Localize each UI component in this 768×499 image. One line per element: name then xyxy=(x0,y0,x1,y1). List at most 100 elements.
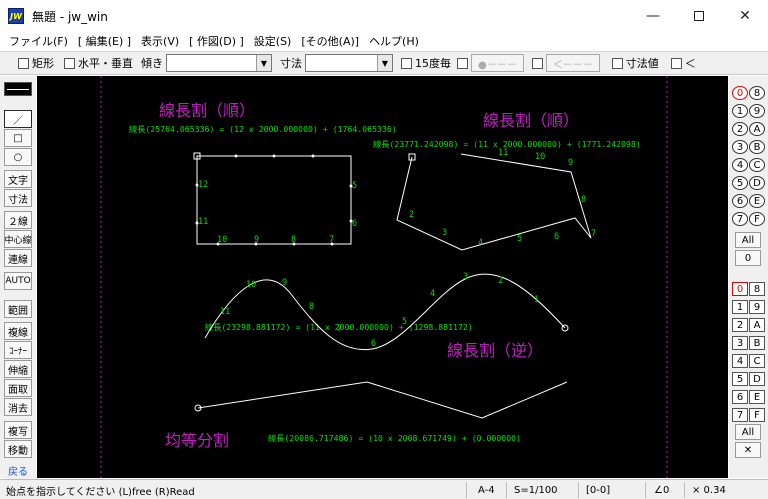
status-paper-size[interactable]: A-4 xyxy=(478,483,495,497)
status-scale[interactable]: S=1/100 xyxy=(514,483,558,497)
status-layer[interactable]: [0-0] xyxy=(586,483,610,497)
layer-group-7[interactable]: 7 xyxy=(732,212,748,226)
layer-group-5[interactable]: 5 xyxy=(732,176,748,190)
tool-dimension[interactable]: 寸法 xyxy=(4,189,32,207)
layer-7[interactable]: 7 xyxy=(732,408,748,422)
layer-1[interactable]: 1 xyxy=(732,300,748,314)
menu-help[interactable]: ヘルプ(H) xyxy=(364,33,424,49)
rect-checkbox[interactable] xyxy=(18,57,29,69)
layer-group-2[interactable]: 2 xyxy=(732,122,748,136)
menu-view[interactable]: 表示(V) xyxy=(136,33,184,49)
tool-line[interactable]: ／ xyxy=(4,110,32,128)
even-division-shape[interactable] xyxy=(197,381,568,419)
layer-group-e[interactable]: E xyxy=(749,194,765,208)
rect-option[interactable]: 矩形 xyxy=(18,55,54,71)
poly-numbers: 11 10 9 8 7 6 5 4 3 2 xyxy=(409,148,596,248)
tool-range[interactable]: 範囲 xyxy=(4,300,32,318)
tool-corner[interactable]: ｺｰﾅｰ xyxy=(4,341,32,359)
layer-group-b[interactable]: B xyxy=(749,140,765,154)
menu-draw[interactable]: [ 作図(D) ] xyxy=(184,33,249,49)
tool-connect-line[interactable]: 連線 xyxy=(4,249,32,267)
chevron-down-icon[interactable]: ▼ xyxy=(256,55,271,71)
maximize-button[interactable] xyxy=(676,0,722,32)
layer-group-6[interactable]: 6 xyxy=(732,194,748,208)
tool-move[interactable]: 移動 xyxy=(4,440,32,458)
layer-b[interactable]: B xyxy=(749,336,765,350)
tool-undo[interactable]: 戻る xyxy=(4,461,32,479)
arrow-checkbox[interactable] xyxy=(531,57,543,69)
tool-center-line[interactable]: 中心線 xyxy=(4,230,32,248)
close-button[interactable]: ✕ xyxy=(722,0,768,32)
hv-option[interactable]: 水平・垂直 xyxy=(64,55,133,71)
layer-group-a[interactable]: A xyxy=(749,122,765,136)
tool-auto[interactable]: AUTO xyxy=(4,272,32,290)
rect-label: 矩形 xyxy=(32,57,54,70)
tool-double-line[interactable]: ２線 xyxy=(4,211,32,229)
layer-group-1[interactable]: 1 xyxy=(732,104,748,118)
dim-combo[interactable]: ▼ xyxy=(305,54,393,72)
every15-option[interactable]: 15度毎 xyxy=(401,55,451,71)
layer-group-f[interactable]: F xyxy=(749,212,765,226)
tool-chamfer[interactable]: 面取 xyxy=(4,379,32,397)
rect-shape[interactable] xyxy=(196,155,352,245)
point-line-button[interactable]: ●－－－ xyxy=(471,54,524,72)
layer-e[interactable]: E xyxy=(749,390,765,404)
wave-numbers: 11 10 9 8 7 6 5 4 3 2 1 xyxy=(220,272,539,349)
layer-8[interactable]: 8 xyxy=(749,282,765,296)
layer-group-d[interactable]: D xyxy=(749,176,765,190)
layer-group-0[interactable]: 0 xyxy=(732,86,748,100)
lt-checkbox[interactable] xyxy=(670,57,682,69)
drawing-svg[interactable]: 線長割（順） 線長割（順） 線長割（逆） 均等分割 線長(25764.06533… xyxy=(37,76,728,478)
layer-x-button[interactable]: ✕ xyxy=(735,442,761,458)
chevron-down-icon[interactable]: ▼ xyxy=(377,55,392,71)
tool-offset[interactable]: 複線 xyxy=(4,322,32,340)
layer-5[interactable]: 5 xyxy=(732,372,748,386)
layer-all-button[interactable]: All xyxy=(735,424,761,440)
layer-4[interactable]: 4 xyxy=(732,354,748,368)
tool-text[interactable]: 文字 xyxy=(4,170,32,188)
arrow-line-button[interactable]: ＜－－－ xyxy=(545,54,600,72)
menu-edit[interactable]: [ 編集(E) ] xyxy=(73,33,136,49)
layer-group-all-button[interactable]: All xyxy=(735,232,761,248)
menu-settings[interactable]: 設定(S) xyxy=(249,33,297,49)
tool-rect[interactable]: □ xyxy=(4,129,32,147)
svg-text:3: 3 xyxy=(442,228,447,238)
layer-d[interactable]: D xyxy=(749,372,765,386)
tool-options-bar: 矩形 水平・垂直 傾き ▼ 寸法 ▼ 15度毎 ●－－－ ＜－－－ 寸法値 ＜ xyxy=(0,51,768,75)
layer-a[interactable]: A xyxy=(749,318,765,332)
layer-group-8[interactable]: 8 xyxy=(749,86,765,100)
drawing-canvas[interactable]: 線長割（順） 線長割（順） 線長割（逆） 均等分割 線長(25764.06533… xyxy=(37,76,728,478)
layer-group-9[interactable]: 9 xyxy=(749,104,765,118)
svg-text:9: 9 xyxy=(254,235,259,245)
tool-stretch[interactable]: 伸縮 xyxy=(4,360,32,378)
hv-checkbox[interactable] xyxy=(64,57,75,69)
layer-group-3[interactable]: 3 xyxy=(732,140,748,154)
layer-f[interactable]: F xyxy=(749,408,765,422)
layer-3[interactable]: 3 xyxy=(732,336,748,350)
dimvalue-checkbox[interactable] xyxy=(611,57,623,69)
menu-other[interactable]: [その他(A)] xyxy=(296,33,364,49)
lt-option[interactable]: ＜ xyxy=(670,55,696,71)
layer-9[interactable]: 9 xyxy=(749,300,765,314)
tilt-combo[interactable]: ▼ xyxy=(166,54,272,72)
minimize-button[interactable]: — xyxy=(630,0,676,32)
layer-group-4[interactable]: 4 xyxy=(732,158,748,172)
wave-shape[interactable] xyxy=(204,273,566,351)
dimvalue-option[interactable]: 寸法値 xyxy=(611,55,659,71)
line-type-swatch[interactable] xyxy=(4,82,32,96)
status-zoom[interactable]: × 0.34 xyxy=(692,483,726,497)
point-checkbox[interactable] xyxy=(457,57,468,69)
layer-c[interactable]: C xyxy=(749,354,765,368)
menu-file[interactable]: ファイル(F) xyxy=(4,33,73,49)
layer-0[interactable]: 0 xyxy=(732,282,748,296)
every15-checkbox[interactable] xyxy=(401,57,412,69)
tool-erase[interactable]: 消去 xyxy=(4,398,32,416)
tool-copy[interactable]: 複写 xyxy=(4,421,32,439)
status-angle[interactable]: ∠0 xyxy=(654,483,669,497)
tool-circle[interactable]: ○ xyxy=(4,148,32,166)
polyline-shape[interactable] xyxy=(396,153,592,251)
layer-6[interactable]: 6 xyxy=(732,390,748,404)
layer-group-zero-button[interactable]: 0 xyxy=(735,250,761,266)
layer-group-c[interactable]: C xyxy=(749,158,765,172)
layer-2[interactable]: 2 xyxy=(732,318,748,332)
